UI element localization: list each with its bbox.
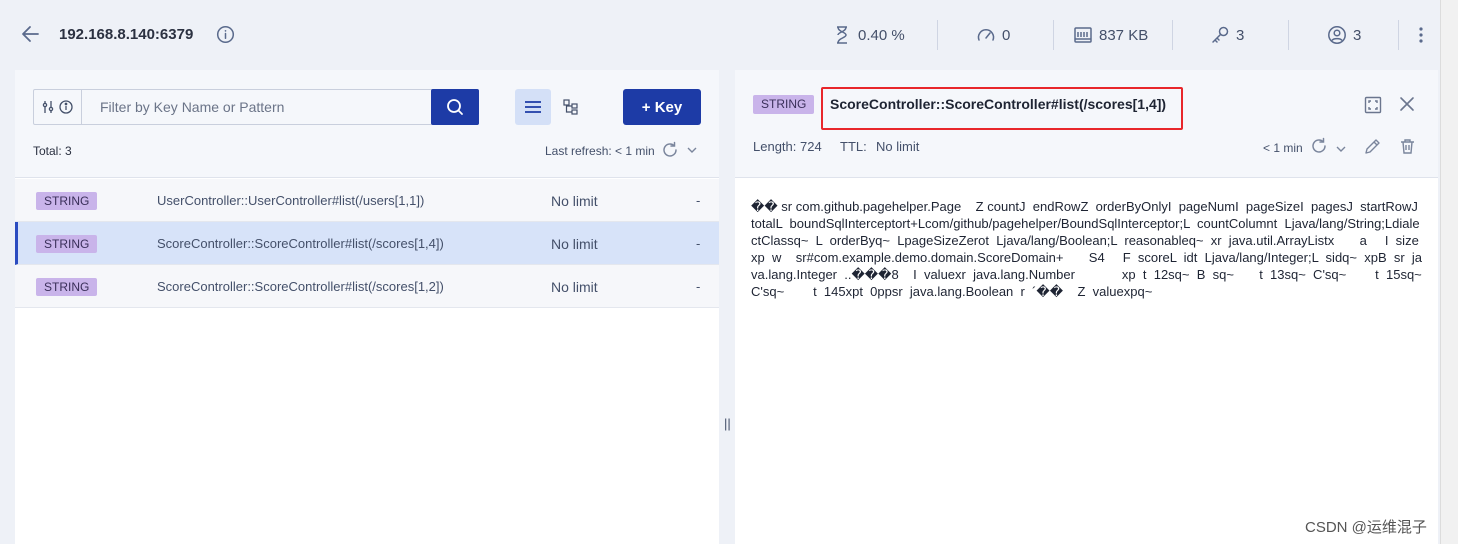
table-row[interactable]: STRING ScoreController::ScoreController#… [15, 222, 719, 265]
more-menu-icon[interactable] [1418, 24, 1424, 46]
key-icon [1212, 26, 1229, 43]
close-icon[interactable] [1399, 96, 1415, 112]
user-icon [1328, 26, 1346, 44]
key-details-panel: STRING ScoreController::ScoreController#… [735, 70, 1438, 544]
clients-stat: 3 [1327, 22, 1361, 48]
divider [1288, 20, 1289, 50]
key-length: Length: 724 [753, 139, 822, 154]
key-ttl: No limit [551, 236, 598, 252]
list-icon [525, 101, 541, 113]
window-scrollbar[interactable] [1440, 0, 1458, 544]
keys-stat: 3 [1210, 22, 1244, 48]
cpu-stat: 0.40 % [832, 22, 905, 48]
key-name: UserController::UserController#list(/use… [157, 193, 425, 208]
back-arrow-icon[interactable] [20, 23, 42, 45]
keys-value: 3 [1236, 26, 1245, 44]
gauge-icon [977, 29, 995, 41]
search-input[interactable] [82, 90, 478, 124]
key-ttl: No limit [551, 193, 598, 209]
tree-view-toggle[interactable] [553, 89, 589, 125]
type-badge: STRING [36, 278, 98, 296]
total-count: Total: 3 [33, 144, 72, 158]
info-icon[interactable] [216, 25, 235, 44]
clients-value: 3 [1353, 26, 1362, 44]
ops-stat: 0 [976, 22, 1010, 48]
key-value-content[interactable]: �� sr com.github.pagehelper.Page Z count… [751, 198, 1423, 300]
watermark: CSDN @运维混子 [1305, 519, 1427, 536]
key-ttl: No limit [551, 279, 598, 295]
search-icon [447, 99, 463, 115]
memory-icon [1074, 27, 1092, 43]
table-row[interactable]: STRING UserController::UserController#li… [15, 179, 719, 222]
divider [1398, 20, 1399, 50]
memory-stat: 837 KB [1073, 22, 1148, 48]
cpu-value: 0.40 % [858, 26, 905, 44]
panel-resize-handle[interactable]: || [724, 416, 731, 431]
type-badge: STRING [753, 95, 815, 114]
key-size: - [696, 193, 701, 208]
ttl-label: TTL: [840, 139, 867, 154]
key-size: - [696, 279, 701, 294]
key-name: ScoreController::ScoreController#list(/s… [157, 279, 444, 294]
chevron-down-icon[interactable] [1336, 145, 1346, 153]
database-host: 192.168.8.140:6379 [59, 26, 194, 43]
sliders-icon [42, 101, 54, 113]
top-bar: 192.168.8.140:6379 0.40 % 0 837 KB 3 3 [0, 0, 1458, 70]
filter-button[interactable] [34, 90, 82, 124]
refresh-time: < 1 min [1263, 141, 1303, 155]
list-view-toggle[interactable] [515, 89, 551, 125]
key-browser-header: + Key Total: 3 Last refresh: < 1 min [15, 70, 719, 178]
key-name: ScoreController::ScoreController#list(/s… [157, 236, 444, 251]
type-badge: STRING [36, 192, 98, 210]
divider [937, 20, 938, 50]
key-details-header: STRING ScoreController::ScoreController#… [735, 70, 1438, 178]
hourglass-icon [837, 26, 847, 44]
divider [1053, 20, 1054, 50]
ops-value: 0 [1002, 26, 1011, 44]
ttl-value[interactable]: No limit [876, 139, 919, 154]
chevron-down-icon[interactable] [687, 146, 697, 154]
refresh-icon[interactable] [1310, 137, 1328, 155]
add-key-button[interactable]: + Key [623, 89, 701, 125]
last-refresh: Last refresh: < 1 min [545, 144, 655, 158]
refresh-icon[interactable] [661, 141, 679, 159]
type-badge: STRING [36, 235, 98, 253]
fullscreen-icon[interactable] [1364, 96, 1382, 114]
search-button[interactable] [431, 89, 479, 125]
tree-icon [563, 99, 578, 115]
key-size: - [696, 236, 701, 251]
memory-value: 837 KB [1099, 26, 1149, 44]
table-row[interactable]: STRING ScoreController::ScoreController#… [15, 265, 719, 308]
delete-icon[interactable] [1399, 138, 1416, 155]
key-browser-panel: + Key Total: 3 Last refresh: < 1 min STR… [15, 70, 719, 544]
divider [1172, 20, 1173, 50]
search-bar [33, 89, 479, 125]
info-icon [59, 100, 73, 114]
highlight-box [821, 87, 1183, 130]
edit-icon[interactable] [1364, 138, 1381, 155]
